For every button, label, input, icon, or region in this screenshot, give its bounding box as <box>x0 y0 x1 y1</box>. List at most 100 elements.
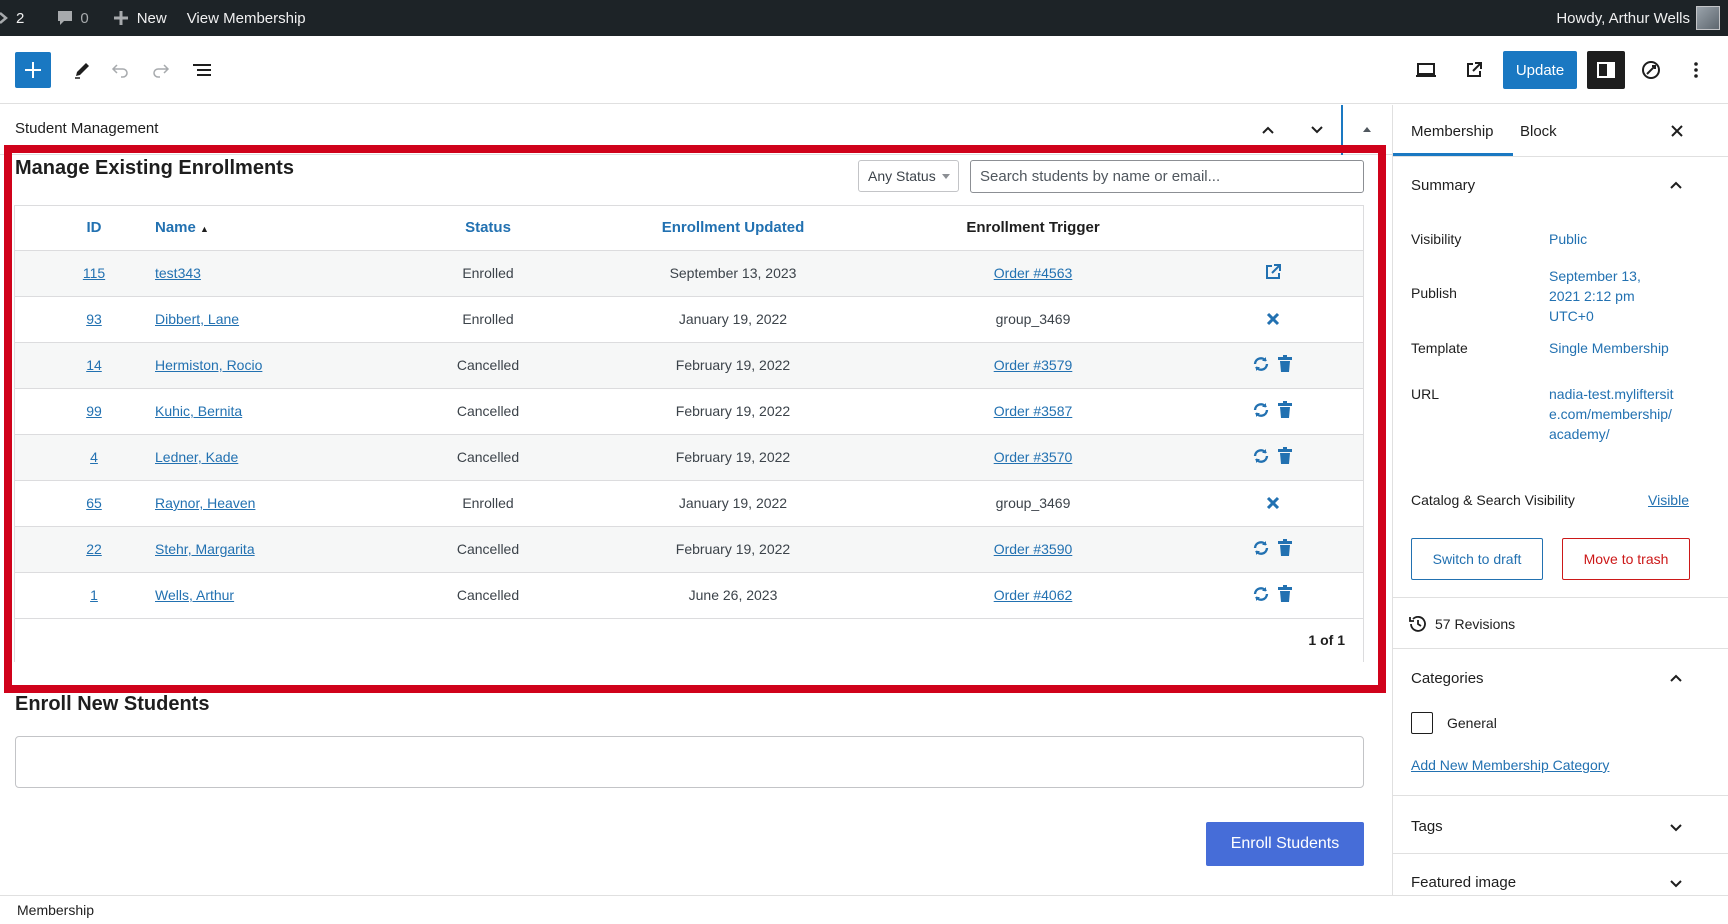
cell-id: 65 <box>15 479 133 526</box>
howdy-user[interactable]: Howdy, Arthur Wells <box>1556 0 1690 36</box>
student-name-link[interactable]: Wells, Arthur <box>155 587 234 603</box>
add-category-link[interactable]: Add New Membership Category <box>1411 757 1609 773</box>
trigger-link[interactable]: Order #3587 <box>994 403 1073 419</box>
summary-heading[interactable]: Summary <box>1411 177 1475 194</box>
trash-icon[interactable] <box>1275 400 1295 420</box>
tags-heading[interactable]: Tags <box>1411 818 1443 835</box>
options-menu-button[interactable] <box>1684 56 1708 84</box>
editor-canvas: Student Management Manage Existing Enrol… <box>0 105 1392 895</box>
template-value[interactable]: Single Membership <box>1549 338 1719 358</box>
rocket-icon <box>1642 61 1660 79</box>
student-id-link[interactable]: 93 <box>86 311 102 327</box>
redo-button[interactable] <box>147 56 175 84</box>
student-id-link[interactable]: 4 <box>90 449 98 465</box>
plugin-button[interactable] <box>1637 56 1665 84</box>
student-name-link[interactable]: Ledner, Kade <box>155 449 238 465</box>
update-button[interactable]: Update <box>1503 51 1577 89</box>
status-filter-select[interactable]: Any Status <box>858 160 959 192</box>
close-sidebar-button[interactable] <box>1665 119 1689 143</box>
triangle-up-icon <box>1363 127 1371 132</box>
student-search-input[interactable] <box>970 160 1364 193</box>
settings-sidebar: Membership Block Summary Visibility Publ… <box>1392 105 1728 895</box>
student-id-link[interactable]: 65 <box>86 495 102 511</box>
student-name-link[interactable]: test343 <box>155 265 201 281</box>
refresh-icon[interactable] <box>1251 446 1271 466</box>
student-id-link[interactable]: 115 <box>83 265 105 281</box>
student-name-link[interactable]: Dibbert, Lane <box>155 311 239 327</box>
enroll-students-button[interactable]: Enroll Students <box>1206 822 1364 866</box>
publish-value[interactable]: September 13, 2021 2:12 pm UTC+0 <box>1549 266 1671 326</box>
tab-membership[interactable]: Membership <box>1411 123 1494 140</box>
column-status[interactable]: Status <box>393 206 583 250</box>
column-updated[interactable]: Enrollment Updated <box>583 206 883 250</box>
category-general-checkbox[interactable] <box>1411 712 1433 734</box>
trigger-link[interactable]: Order #3579 <box>994 357 1073 373</box>
summary-toggle[interactable] <box>1665 175 1687 197</box>
move-up-button[interactable] <box>1255 117 1281 143</box>
refresh-icon[interactable] <box>1251 538 1271 558</box>
trash-icon[interactable] <box>1275 354 1295 374</box>
tags-toggle[interactable] <box>1665 816 1687 838</box>
student-id-link[interactable]: 99 <box>86 403 102 419</box>
undo-button[interactable] <box>106 56 134 84</box>
catalog-visibility-value[interactable]: Visible <box>1648 490 1708 510</box>
student-name-link[interactable]: Raynor, Heaven <box>155 495 255 511</box>
tab-block[interactable]: Block <box>1520 123 1557 140</box>
categories-toggle[interactable] <box>1665 668 1687 690</box>
cell-trigger: Order #3570 <box>883 433 1183 480</box>
featured-image-toggle[interactable] <box>1665 872 1687 894</box>
settings-toggle-button[interactable] <box>1587 51 1625 89</box>
switch-to-draft-button[interactable]: Switch to draft <box>1411 538 1543 580</box>
editor-footer: Membership <box>0 895 1728 924</box>
trash-icon[interactable] <box>1275 584 1295 604</box>
comments-item[interactable]: 0 <box>48 0 96 36</box>
move-down-button[interactable] <box>1304 117 1330 143</box>
preview-button[interactable] <box>1412 56 1440 84</box>
featured-image-heading[interactable]: Featured image <box>1411 874 1516 891</box>
trigger-link[interactable]: Order #3590 <box>994 541 1073 557</box>
revisions-link[interactable]: 57 Revisions <box>1407 613 1515 635</box>
sort-asc-icon: ▲ <box>200 224 209 235</box>
external-link-icon[interactable] <box>1263 262 1283 282</box>
trigger-link[interactable]: Order #4062 <box>994 587 1073 603</box>
categories-heading[interactable]: Categories <box>1411 670 1484 687</box>
tools-button[interactable] <box>68 56 96 84</box>
view-membership-link[interactable]: View Membership <box>179 0 314 36</box>
trigger-link[interactable]: Order #3570 <box>994 449 1073 465</box>
document-overview-button[interactable] <box>188 56 216 84</box>
student-name-link[interactable]: Hermiston, Rocio <box>155 357 262 373</box>
toggle-panel-button[interactable] <box>1354 117 1380 143</box>
visibility-value[interactable]: Public <box>1549 229 1679 249</box>
new-label: New <box>136 9 167 27</box>
refresh-icon[interactable] <box>1251 584 1271 604</box>
new-item[interactable]: New <box>105 0 175 36</box>
move-to-trash-button[interactable]: Move to trash <box>1562 538 1690 580</box>
refresh-icon[interactable] <box>1251 400 1271 420</box>
cell-status: Enrolled <box>393 249 583 296</box>
student-select-input[interactable] <box>15 736 1364 788</box>
column-id[interactable]: ID <box>15 206 133 250</box>
student-name-link[interactable]: Kuhic, Bernita <box>155 403 242 419</box>
block-inserter-button[interactable] <box>15 52 51 88</box>
trash-icon[interactable] <box>1275 538 1295 558</box>
cell-name: Raynor, Heaven <box>133 479 393 526</box>
cell-name: Kuhic, Bernita <box>133 387 393 434</box>
cell-status: Cancelled <box>393 433 583 480</box>
trigger-link[interactable]: Order #4563 <box>994 265 1073 281</box>
trigger-text: group_3469 <box>995 311 1071 327</box>
avatar[interactable] <box>1696 6 1720 30</box>
student-id-link[interactable]: 14 <box>86 357 102 373</box>
breadcrumb[interactable]: Membership <box>17 902 94 918</box>
student-id-link[interactable]: 1 <box>90 587 98 603</box>
comment-icon <box>58 11 73 25</box>
view-post-button[interactable] <box>1460 56 1488 84</box>
url-value[interactable]: nadia-test.myliftersite.com/membership/a… <box>1549 384 1679 444</box>
updates-item[interactable]: 2 <box>0 0 32 36</box>
close-icon[interactable] <box>1263 493 1283 513</box>
close-icon[interactable] <box>1263 309 1283 329</box>
trash-icon[interactable] <box>1275 446 1295 466</box>
column-name[interactable]: Name ▲ <box>133 206 393 250</box>
refresh-icon[interactable] <box>1251 354 1271 374</box>
student-name-link[interactable]: Stehr, Margarita <box>155 541 255 557</box>
student-id-link[interactable]: 22 <box>86 541 102 557</box>
